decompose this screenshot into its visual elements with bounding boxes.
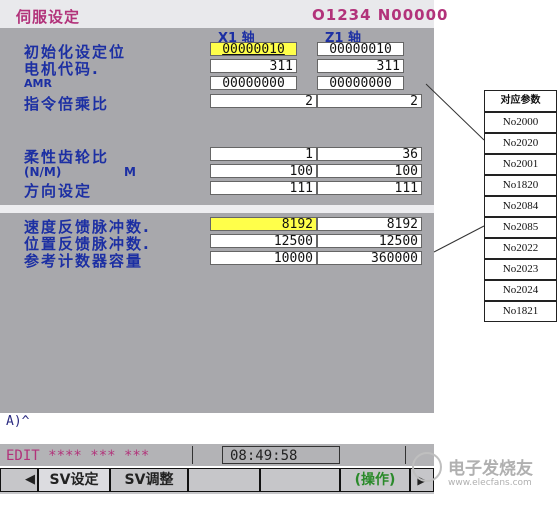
param-table-item: No2085	[484, 217, 557, 238]
leader-line-upper	[425, 83, 485, 141]
param-table-item: No2084	[484, 196, 557, 217]
param-table-item: No1820	[484, 175, 557, 196]
param-table-item: No2000	[484, 112, 557, 133]
watermark-url: www.elecfans.com	[448, 478, 532, 488]
param-table-item: No2023	[484, 259, 557, 280]
param-table-item: No2001	[484, 154, 557, 175]
param-table-item: No2022	[484, 238, 557, 259]
leader-lines	[425, 83, 485, 253]
param-table-item: No2020	[484, 133, 557, 154]
leader-line-lower	[433, 225, 485, 253]
param-table-item: No2024	[484, 280, 557, 301]
watermark-logo-icon	[412, 452, 442, 482]
watermark-brand: 电子发烧友	[448, 459, 533, 479]
param-table-item: No1821	[484, 301, 557, 322]
param-table-header: 对应参数	[484, 90, 557, 112]
